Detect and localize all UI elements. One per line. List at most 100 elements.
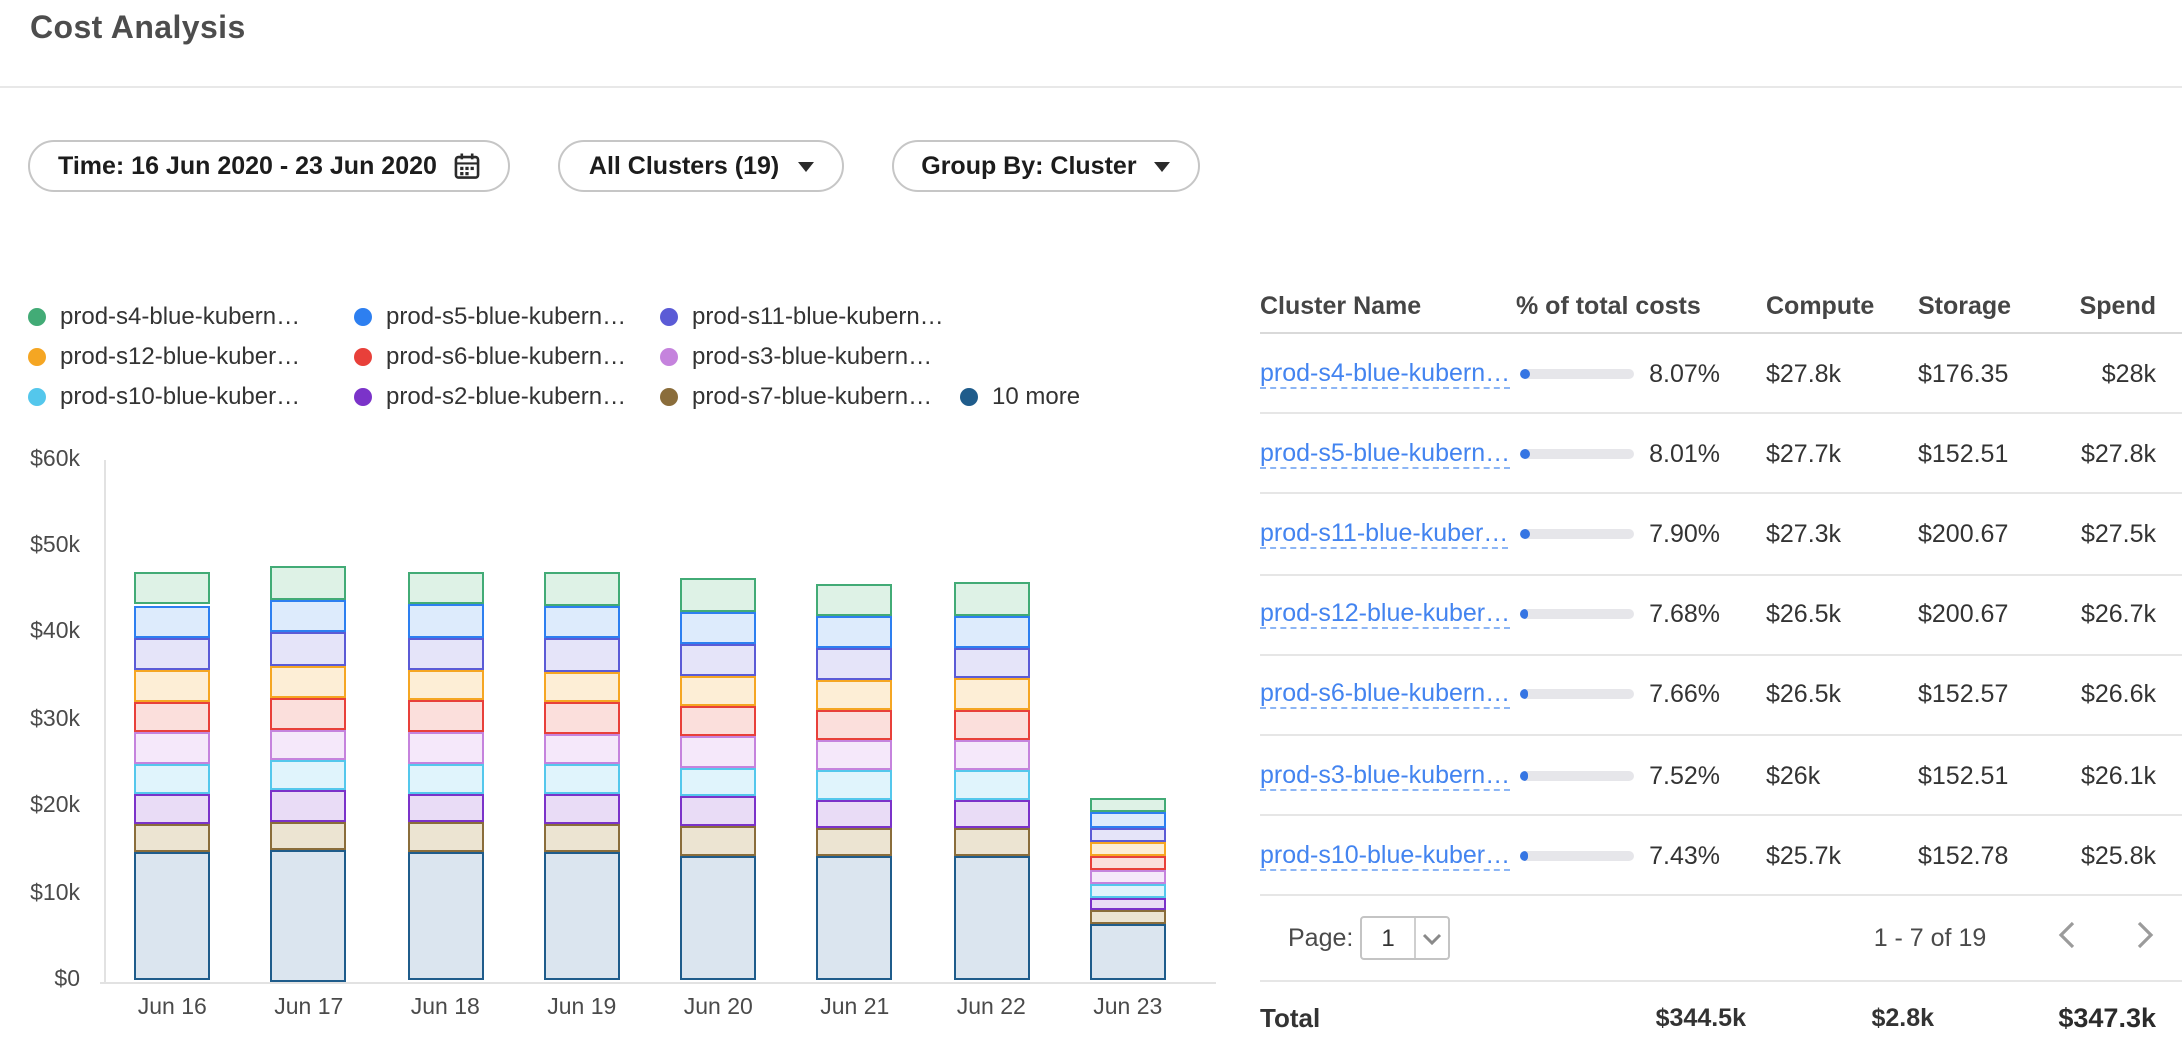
- time-range-filter[interactable]: Time: 16 Jun 2020 - 23 Jun 2020: [28, 140, 511, 192]
- bar-segment[interactable]: [1090, 798, 1166, 813]
- cluster-name-link[interactable]: prod-s4-blue-kubern…: [1260, 358, 1510, 388]
- clusters-filter[interactable]: All Clusters (19): [559, 140, 843, 192]
- bar-segment[interactable]: [544, 734, 620, 764]
- bar-segment[interactable]: [271, 791, 347, 821]
- bar-segment[interactable]: [817, 800, 893, 829]
- bar-segment[interactable]: [134, 733, 210, 764]
- bar-segment[interactable]: [817, 856, 893, 981]
- bar-segment[interactable]: [817, 828, 893, 856]
- bar-segment[interactable]: [953, 582, 1029, 615]
- legend-item[interactable]: prod-s6-blue-kubern…: [354, 342, 660, 370]
- bar-segment[interactable]: [407, 823, 483, 852]
- bar-segment[interactable]: [680, 578, 756, 611]
- bar-segment[interactable]: [953, 648, 1029, 679]
- bar-segment[interactable]: [953, 828, 1029, 856]
- legend-item[interactable]: prod-s7-blue-kubern…: [660, 382, 960, 410]
- bar-segment[interactable]: [134, 824, 210, 853]
- bar-segment[interactable]: [1090, 827, 1166, 842]
- bar-segment[interactable]: [134, 764, 210, 794]
- bar-segment[interactable]: [680, 737, 756, 767]
- bar-segment[interactable]: [817, 770, 893, 800]
- bar-segment[interactable]: [271, 760, 347, 790]
- bar-segment[interactable]: [953, 800, 1029, 829]
- bar-segment[interactable]: [1090, 898, 1166, 911]
- bar-segment[interactable]: [817, 680, 893, 710]
- page-select[interactable]: 1: [1360, 916, 1450, 960]
- bar-segment[interactable]: [953, 679, 1029, 709]
- bar-segment[interactable]: [817, 584, 893, 616]
- bar-segment[interactable]: [544, 639, 620, 671]
- bar-segment[interactable]: [544, 852, 620, 981]
- legend-item[interactable]: 10 more: [960, 382, 1080, 410]
- cluster-name-link[interactable]: prod-s11-blue-kuber…: [1260, 519, 1508, 549]
- cluster-name-link[interactable]: prod-s12-blue-kuber…: [1260, 599, 1510, 629]
- prev-page-button[interactable]: [2058, 921, 2076, 955]
- bar-segment[interactable]: [407, 571, 483, 604]
- bar-segment[interactable]: [271, 698, 347, 729]
- bar-segment[interactable]: [134, 638, 210, 670]
- bar-segment[interactable]: [953, 615, 1029, 647]
- bar-segment[interactable]: [134, 670, 210, 701]
- cluster-name-link[interactable]: prod-s6-blue-kubern…: [1260, 680, 1510, 710]
- bar-segment[interactable]: [134, 572, 210, 605]
- bar-segment[interactable]: [953, 856, 1029, 981]
- bar-segment[interactable]: [407, 763, 483, 793]
- bar-segment[interactable]: [134, 701, 210, 732]
- bar-segment[interactable]: [271, 633, 347, 666]
- legend-item[interactable]: prod-s12-blue-kuber…: [28, 342, 354, 370]
- bar-segment[interactable]: [680, 855, 756, 981]
- bar-segment[interactable]: [817, 648, 893, 679]
- bar-segment[interactable]: [817, 616, 893, 648]
- bar-segment[interactable]: [407, 669, 483, 700]
- bar-segment[interactable]: [407, 701, 483, 732]
- bar-segment[interactable]: [1090, 842, 1166, 856]
- bar-segment[interactable]: [1090, 911, 1166, 924]
- bar-segment[interactable]: [953, 740, 1029, 770]
- bar-segment[interactable]: [1090, 870, 1166, 884]
- bar-segment[interactable]: [544, 794, 620, 824]
- bar-segment[interactable]: [1090, 856, 1166, 870]
- cluster-name-link[interactable]: prod-s10-blue-kuber…: [1260, 840, 1510, 870]
- bar-segment[interactable]: [953, 770, 1029, 800]
- bar-segment[interactable]: [271, 567, 347, 600]
- legend-item[interactable]: prod-s4-blue-kubern…: [28, 302, 354, 330]
- legend-item[interactable]: prod-s3-blue-kubern…: [660, 342, 960, 370]
- bar-segment[interactable]: [134, 852, 210, 981]
- bar-segment[interactable]: [680, 797, 756, 827]
- cluster-name-link[interactable]: prod-s5-blue-kubern…: [1260, 439, 1510, 469]
- bar-segment[interactable]: [407, 604, 483, 637]
- bar-segment[interactable]: [680, 643, 756, 675]
- legend-item[interactable]: prod-s5-blue-kubern…: [354, 302, 660, 330]
- bar-segment[interactable]: [1090, 884, 1166, 898]
- bar-segment[interactable]: [271, 729, 347, 760]
- bar-segment[interactable]: [1090, 813, 1166, 828]
- legend-item[interactable]: prod-s10-blue-kuber…: [28, 382, 354, 410]
- bar-segment[interactable]: [953, 709, 1029, 739]
- legend-item[interactable]: prod-s11-blue-kubern…: [660, 302, 960, 330]
- bar-segment[interactable]: [544, 606, 620, 639]
- bar-segment[interactable]: [817, 710, 893, 740]
- bar-segment[interactable]: [544, 671, 620, 702]
- bar-segment[interactable]: [271, 666, 347, 698]
- bar-segment[interactable]: [544, 824, 620, 853]
- group-by-filter[interactable]: Group By: Cluster: [891, 140, 1200, 192]
- bar-segment[interactable]: [544, 702, 620, 733]
- bar-segment[interactable]: [680, 826, 756, 855]
- bar-segment[interactable]: [544, 764, 620, 794]
- bar-segment[interactable]: [134, 794, 210, 824]
- bar-segment[interactable]: [271, 600, 347, 633]
- bar-segment[interactable]: [680, 707, 756, 737]
- cluster-name-link[interactable]: prod-s3-blue-kubern…: [1260, 760, 1510, 790]
- bar-segment[interactable]: [1090, 924, 1166, 981]
- bar-segment[interactable]: [407, 637, 483, 669]
- bar-segment[interactable]: [817, 740, 893, 770]
- bar-segment[interactable]: [271, 821, 347, 851]
- bar-segment[interactable]: [407, 852, 483, 981]
- legend-item[interactable]: prod-s2-blue-kubern…: [354, 382, 660, 410]
- bar-segment[interactable]: [407, 793, 483, 823]
- bar-segment[interactable]: [134, 605, 210, 638]
- bar-segment[interactable]: [271, 851, 347, 981]
- next-page-button[interactable]: [2136, 921, 2154, 955]
- bar-segment[interactable]: [680, 611, 756, 643]
- bar-segment[interactable]: [680, 767, 756, 797]
